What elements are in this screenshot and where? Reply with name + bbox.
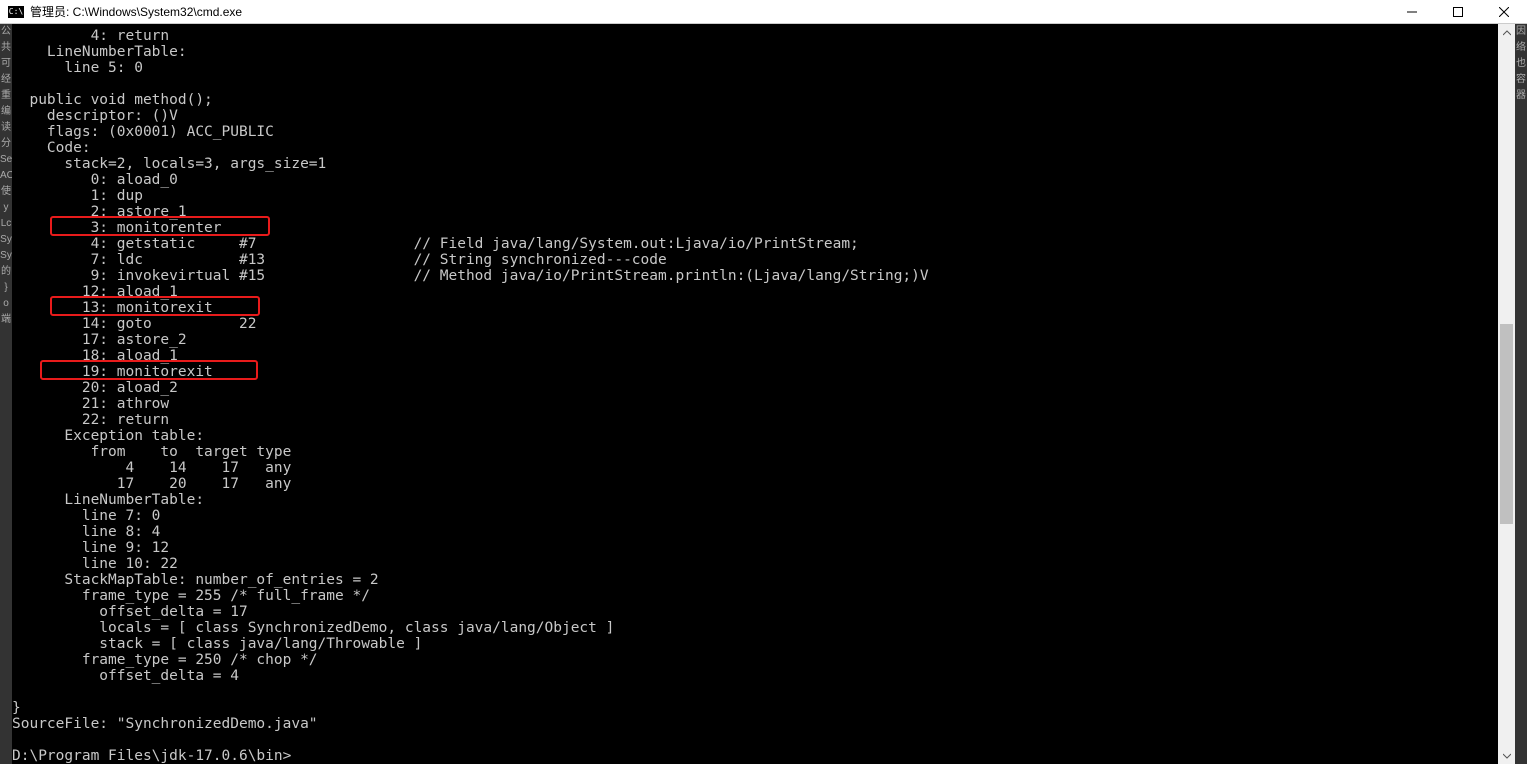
right-occluded-strip: 因络也容器 — [1515, 24, 1527, 764]
maximize-button[interactable] — [1435, 0, 1481, 23]
maximize-icon — [1453, 7, 1463, 17]
close-button[interactable] — [1481, 0, 1527, 23]
terminal-line: 9: invokevirtual #15 // Method java/io/P… — [12, 268, 1498, 284]
terminal-line: frame_type = 255 /* full_frame */ — [12, 588, 1498, 604]
window-title: 管理员: C:\Windows\System32\cmd.exe — [30, 3, 242, 20]
terminal-line: 0: aload_0 — [12, 172, 1498, 188]
terminal-line: 17: astore_2 — [12, 332, 1498, 348]
terminal-line: 17 20 17 any — [12, 476, 1498, 492]
terminal-line: line 8: 4 — [12, 524, 1498, 540]
chevron-down-icon — [1503, 752, 1511, 760]
terminal-line: from to target type — [12, 444, 1498, 460]
window-buttons — [1389, 0, 1527, 23]
scroll-down-button[interactable] — [1498, 747, 1515, 764]
terminal-line: descriptor: ()V — [12, 108, 1498, 124]
terminal-line: 13: monitorexit — [12, 300, 1498, 316]
terminal-line: line 9: 12 — [12, 540, 1498, 556]
terminal-line: LineNumberTable: — [12, 492, 1498, 508]
terminal-line: 21: athrow — [12, 396, 1498, 412]
terminal-line: stack=2, locals=3, args_size=1 — [12, 156, 1498, 172]
cmd-icon: C:\ — [8, 6, 24, 18]
terminal-line: locals = [ class SynchronizedDemo, class… — [12, 620, 1498, 636]
terminal-line: offset_delta = 17 — [12, 604, 1498, 620]
scrollbar[interactable] — [1498, 24, 1515, 764]
scroll-up-button[interactable] — [1498, 24, 1515, 41]
close-icon — [1499, 7, 1509, 17]
terminal-line: 4: return — [12, 28, 1498, 44]
terminal-line: Code: — [12, 140, 1498, 156]
terminal-line: 4: getstatic #7 // Field java/lang/Syste… — [12, 236, 1498, 252]
left-occluded-strip: 公共可经重编读分SeAC使yLcSySy的}o端 — [0, 24, 12, 764]
terminal-line: 7: ldc #13 // String synchronized---code — [12, 252, 1498, 268]
terminal-output[interactable]: 4: return LineNumberTable: line 5: 0 pub… — [12, 24, 1498, 764]
cmd-window: C:\ 管理员: C:\Windows\System32\cmd.exe 公共可… — [0, 0, 1527, 764]
terminal-line: StackMapTable: number_of_entries = 2 — [12, 572, 1498, 588]
terminal-line: public void method(); — [12, 92, 1498, 108]
client-area: 公共可经重编读分SeAC使yLcSySy的}o端 4: return LineN… — [0, 24, 1527, 764]
terminal-line: frame_type = 250 /* chop */ — [12, 652, 1498, 668]
titlebar[interactable]: C:\ 管理员: C:\Windows\System32\cmd.exe — [0, 0, 1527, 24]
terminal-line: 19: monitorexit — [12, 364, 1498, 380]
scroll-thumb[interactable] — [1500, 324, 1513, 524]
terminal-line: line 5: 0 — [12, 60, 1498, 76]
terminal-line: stack = [ class java/lang/Throwable ] — [12, 636, 1498, 652]
terminal-line: 4 14 17 any — [12, 460, 1498, 476]
terminal-line: SourceFile: "SynchronizedDemo.java" — [12, 716, 1498, 732]
terminal-line: LineNumberTable: — [12, 44, 1498, 60]
minimize-button[interactable] — [1389, 0, 1435, 23]
terminal-line: offset_delta = 4 — [12, 668, 1498, 684]
terminal-line: line 10: 22 — [12, 556, 1498, 572]
chevron-up-icon — [1503, 29, 1511, 37]
terminal-line — [12, 732, 1498, 748]
terminal-line: line 7: 0 — [12, 508, 1498, 524]
terminal-line: 12: aload_1 — [12, 284, 1498, 300]
terminal-line: 20: aload_2 — [12, 380, 1498, 396]
terminal-line: 18: aload_1 — [12, 348, 1498, 364]
minimize-icon — [1407, 7, 1417, 17]
terminal-line: flags: (0x0001) ACC_PUBLIC — [12, 124, 1498, 140]
terminal-line: Exception table: — [12, 428, 1498, 444]
terminal-line — [12, 76, 1498, 92]
terminal-line: 2: astore_1 — [12, 204, 1498, 220]
terminal-line — [12, 684, 1498, 700]
terminal-line: D:\Program Files\jdk-17.0.6\bin> — [12, 748, 1498, 764]
terminal-line: } — [12, 700, 1498, 716]
terminal-line: 3: monitorenter — [12, 220, 1498, 236]
terminal-line: 14: goto 22 — [12, 316, 1498, 332]
terminal-line: 1: dup — [12, 188, 1498, 204]
terminal-line: 22: return — [12, 412, 1498, 428]
